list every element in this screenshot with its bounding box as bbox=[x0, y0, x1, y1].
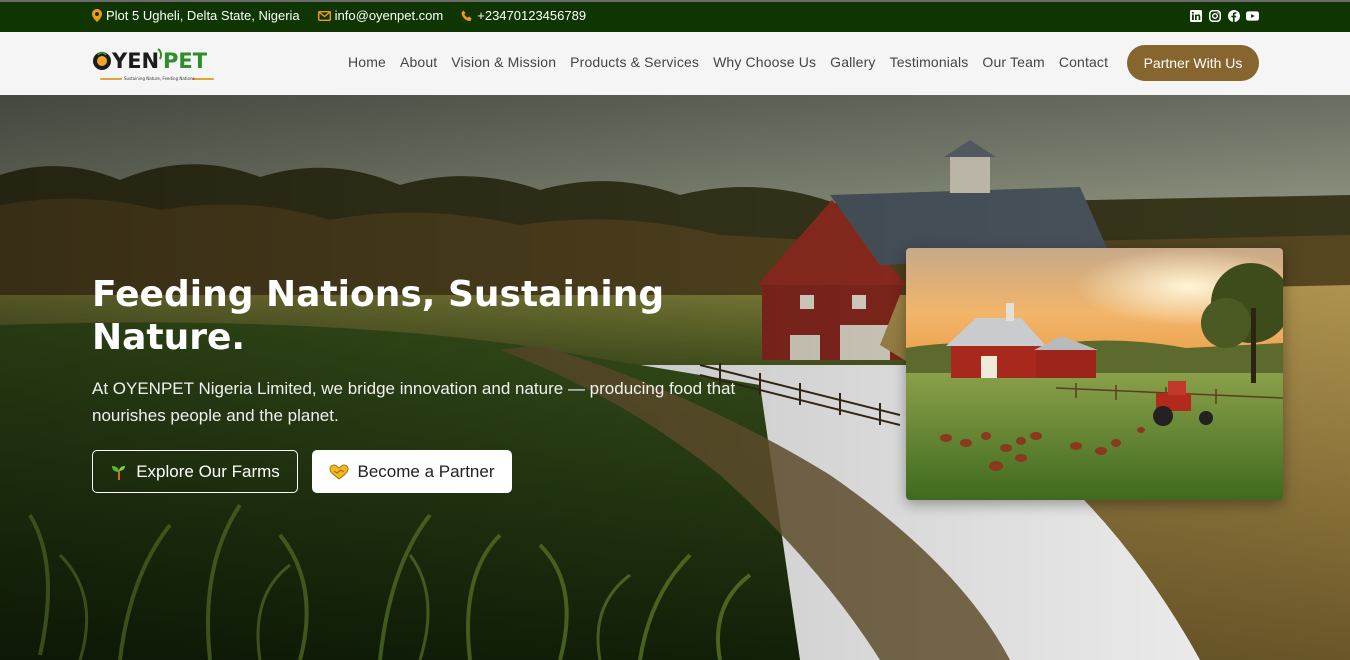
phone-text[interactable]: +23470123456789 bbox=[477, 8, 586, 23]
main-nav: Home About Vision & Mission Products & S… bbox=[348, 54, 1122, 70]
hero-title: Feeding Nations, Sustaining Nature. bbox=[92, 274, 665, 358]
youtube-icon[interactable] bbox=[1246, 9, 1259, 22]
nav-products-services[interactable]: Products & Services bbox=[570, 54, 699, 70]
nav-testimonials[interactable]: Testimonials bbox=[890, 54, 969, 70]
instagram-icon[interactable] bbox=[1208, 9, 1221, 22]
nav-home[interactable]: Home bbox=[348, 54, 386, 70]
nav-why-choose-us[interactable]: Why Choose Us bbox=[713, 54, 816, 70]
address-item: Plot 5 Ugheli, Delta State, Nigeria bbox=[92, 8, 300, 23]
partner-label: Become a Partner bbox=[357, 461, 495, 481]
farm-photo-card bbox=[906, 248, 1283, 500]
sunset-farm-image bbox=[906, 248, 1283, 500]
nav-vision-mission[interactable]: Vision & Mission bbox=[451, 54, 556, 70]
partner-with-us-button[interactable]: Partner With Us bbox=[1127, 45, 1259, 81]
envelope-icon bbox=[317, 10, 331, 21]
top-info-bar: Plot 5 Ugheli, Delta State, Nigeria info… bbox=[0, 0, 1350, 32]
hero-subtitle: At OYENPET Nigeria Limited, we bridge in… bbox=[92, 379, 736, 425]
seedling-icon bbox=[112, 465, 126, 480]
site-header: YEN PET Sustaining Nature, Feeding Natio… bbox=[0, 32, 1350, 95]
svg-text:PET: PET bbox=[163, 49, 208, 73]
nav-about[interactable]: About bbox=[400, 54, 437, 70]
linkedin-icon[interactable] bbox=[1189, 9, 1202, 22]
logo-tagline: Sustaining Nature, Feeding Nations bbox=[124, 76, 195, 81]
nav-gallery[interactable]: Gallery bbox=[830, 54, 875, 70]
hero-section: Feeding Nations, Sustaining Nature. At O… bbox=[0, 95, 1350, 660]
explore-our-farms-button[interactable]: Explore Our Farms bbox=[92, 450, 298, 493]
handshake-icon bbox=[329, 464, 349, 480]
contact-info: Plot 5 Ugheli, Delta State, Nigeria info… bbox=[92, 8, 604, 23]
phone-icon bbox=[461, 10, 472, 21]
address-text: Plot 5 Ugheli, Delta State, Nigeria bbox=[106, 8, 300, 23]
email-text[interactable]: info@oyenpet.com bbox=[335, 8, 444, 23]
email-item[interactable]: info@oyenpet.com bbox=[317, 8, 444, 23]
social-links bbox=[1183, 9, 1259, 22]
logo-underline-left bbox=[100, 78, 122, 80]
oyenpet-logo[interactable]: YEN PET Sustaining Nature, Feeding Natio… bbox=[92, 42, 222, 86]
become-a-partner-button[interactable]: Become a Partner bbox=[312, 450, 512, 493]
nav-our-team[interactable]: Our Team bbox=[982, 54, 1044, 70]
facebook-icon[interactable] bbox=[1227, 9, 1240, 22]
logo-mark: YEN PET bbox=[93, 48, 208, 73]
svg-text:YEN: YEN bbox=[111, 49, 159, 73]
nav-contact[interactable]: Contact bbox=[1059, 54, 1108, 70]
explore-label: Explore Our Farms bbox=[136, 461, 280, 481]
logo-underline-right bbox=[192, 78, 214, 80]
map-pin-icon bbox=[92, 9, 102, 22]
phone-item[interactable]: +23470123456789 bbox=[461, 8, 586, 23]
